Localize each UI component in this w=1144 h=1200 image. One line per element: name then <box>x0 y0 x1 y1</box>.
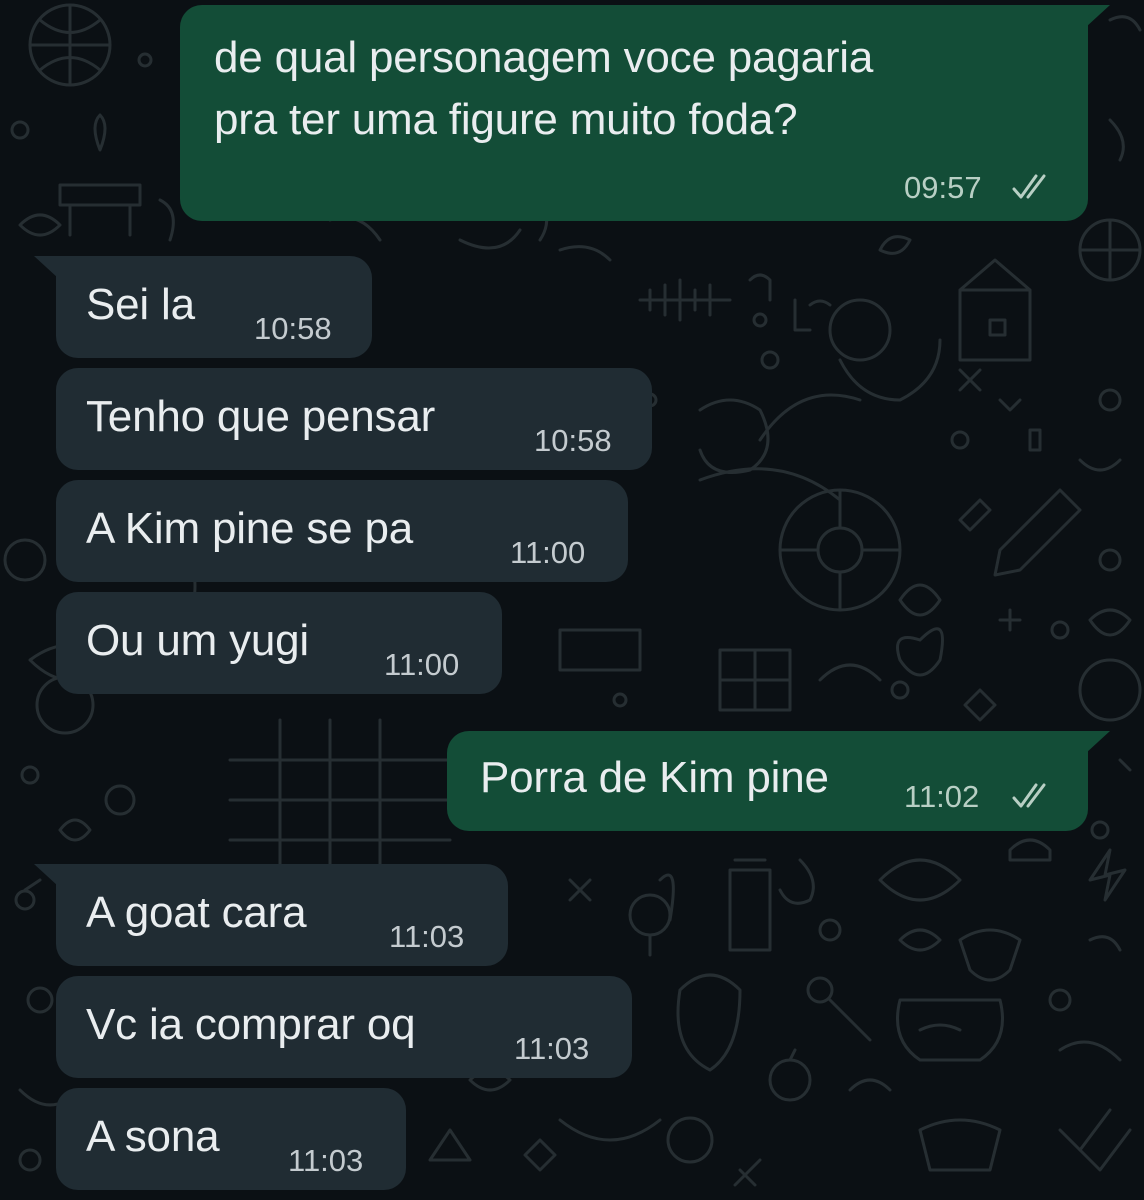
message-timestamp: 11:00 <box>384 647 460 682</box>
message-bubble-incoming[interactable]: Ou um yugi 11:00 <box>56 592 502 694</box>
message-bubble-incoming[interactable]: A Kim pine se pa 11:00 <box>56 480 628 582</box>
message-bubble-incoming[interactable]: Sei la 10:58 <box>34 256 372 358</box>
bubble-tail <box>34 864 58 886</box>
message-text-line: pra ter uma figure muito foda? <box>214 95 798 144</box>
message-text: Ou um yugi <box>86 616 309 665</box>
message-bubble-incoming[interactable]: A goat cara 11:03 <box>34 864 508 966</box>
message-timestamp: 10:58 <box>534 423 612 458</box>
double-check-icon <box>1012 174 1046 199</box>
message-text: Sei la <box>86 280 195 329</box>
message-text: A sona <box>86 1112 220 1161</box>
message-bubble-incoming[interactable]: Tenho que pensar 10:58 <box>56 368 652 470</box>
message-text: Tenho que pensar <box>86 392 436 441</box>
message-timestamp: 11:03 <box>288 1143 364 1178</box>
message-text-line: de qual personagem voce pagaria <box>214 33 874 82</box>
message-bubble-incoming[interactable]: Vc ia comprar oq 11:03 <box>56 976 632 1078</box>
message-bubble-outgoing[interactable]: Porra de Kim pine 11:02 <box>447 731 1110 831</box>
message-bubble-outgoing[interactable]: de qual personagem voce pagaria pra ter … <box>180 5 1110 221</box>
message-timestamp: 09:57 <box>904 170 982 205</box>
chat-messages-area[interactable]: de qual personagem voce pagaria pra ter … <box>0 0 1144 1200</box>
message-timestamp: 11:00 <box>510 535 586 570</box>
bubble-tail <box>1086 731 1110 753</box>
message-timestamp: 11:03 <box>514 1031 590 1066</box>
bubble-tail <box>34 256 58 278</box>
message-text: A goat cara <box>86 888 307 937</box>
message-text: Vc ia comprar oq <box>86 1000 416 1049</box>
message-text: Porra de Kim pine <box>480 753 829 802</box>
message-bubble-incoming[interactable]: A sona 11:03 <box>56 1088 406 1190</box>
message-timestamp: 11:02 <box>904 779 980 814</box>
double-check-icon <box>1012 783 1046 808</box>
bubble-tail <box>1086 5 1110 27</box>
message-timestamp: 11:03 <box>389 919 465 954</box>
message-text: A Kim pine se pa <box>86 504 413 553</box>
message-timestamp: 10:58 <box>254 311 332 346</box>
